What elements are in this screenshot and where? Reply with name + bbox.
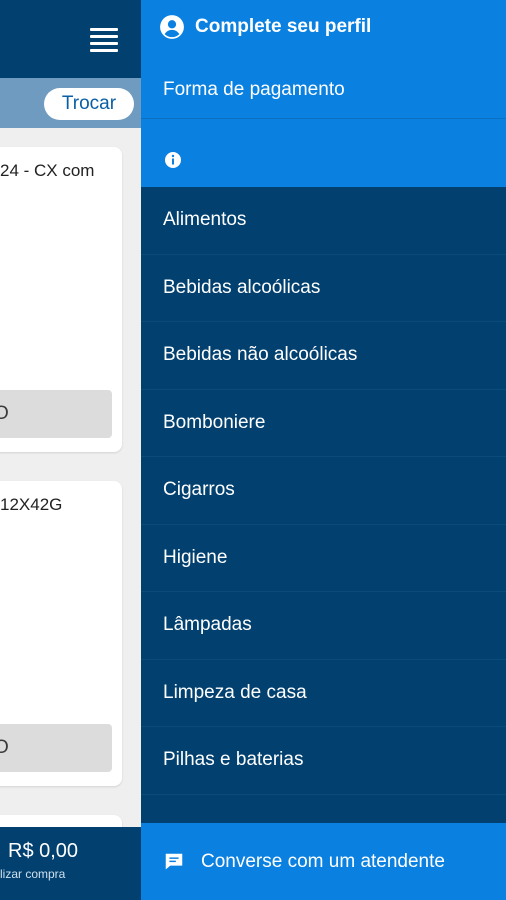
product-card[interactable]: 24 - CX com O bbox=[0, 147, 122, 452]
category-item-bomboniere[interactable]: Bomboniere bbox=[141, 390, 506, 457]
category-item-lampadas[interactable]: Lâmpadas bbox=[141, 592, 506, 660]
app-header bbox=[0, 0, 141, 78]
category-menu: Alimentos Bebidas alcoólicas Bebidas não… bbox=[141, 187, 506, 795]
side-drawer: Complete seu perfil Forma de pagamento A… bbox=[141, 0, 506, 900]
payment-method-link[interactable]: Forma de pagamento bbox=[141, 62, 506, 119]
category-item-alimentos[interactable]: Alimentos bbox=[141, 187, 506, 255]
user-circle-icon bbox=[160, 15, 184, 39]
complete-profile-label: Complete seu perfil bbox=[195, 16, 372, 37]
category-item-bebidas-nao-alcoolicas[interactable]: Bebidas não alcoólicas bbox=[141, 322, 506, 390]
cart-footer[interactable]: R$ 0,00 lizar compra bbox=[0, 827, 141, 900]
chat-bubble-icon bbox=[165, 853, 183, 869]
category-item-higiene[interactable]: Higiene bbox=[141, 525, 506, 592]
category-item-pilhas-e-baterias[interactable]: Pilhas e baterias bbox=[141, 727, 506, 795]
category-item-cigarros[interactable]: Cigarros bbox=[141, 457, 506, 525]
drawer-header: Complete seu perfil Forma de pagamento bbox=[141, 0, 506, 187]
product-title: 24 - CX com bbox=[0, 161, 95, 180]
category-item-bebidas-alcoolicas[interactable]: Bebidas alcoólicas bbox=[141, 255, 506, 322]
cart-subtitle: lizar compra bbox=[0, 867, 66, 881]
category-item-limpeza-de-casa[interactable]: Limpeza de casa bbox=[141, 660, 506, 727]
cart-total: R$ 0,00 bbox=[8, 840, 79, 862]
chat-with-agent-button[interactable]: Converse com um atendente bbox=[141, 823, 506, 900]
product-card[interactable]: 12X42G O bbox=[0, 481, 122, 786]
complete-profile-link[interactable]: Complete seu perfil bbox=[159, 11, 371, 43]
info-icon[interactable] bbox=[163, 150, 183, 170]
background-app: Trocar 24 - CX com O 12X42G O R$ 0,00 li… bbox=[0, 0, 141, 900]
hamburger-menu-icon[interactable] bbox=[90, 28, 118, 52]
product-title: 12X42G bbox=[0, 495, 63, 514]
product-add-button[interactable]: O bbox=[0, 724, 112, 772]
change-button[interactable]: Trocar bbox=[44, 88, 134, 120]
chat-with-agent-label: Converse com um atendente bbox=[201, 850, 445, 872]
product-add-button[interactable]: O bbox=[0, 390, 112, 438]
payment-method-label: Forma de pagamento bbox=[163, 79, 345, 100]
